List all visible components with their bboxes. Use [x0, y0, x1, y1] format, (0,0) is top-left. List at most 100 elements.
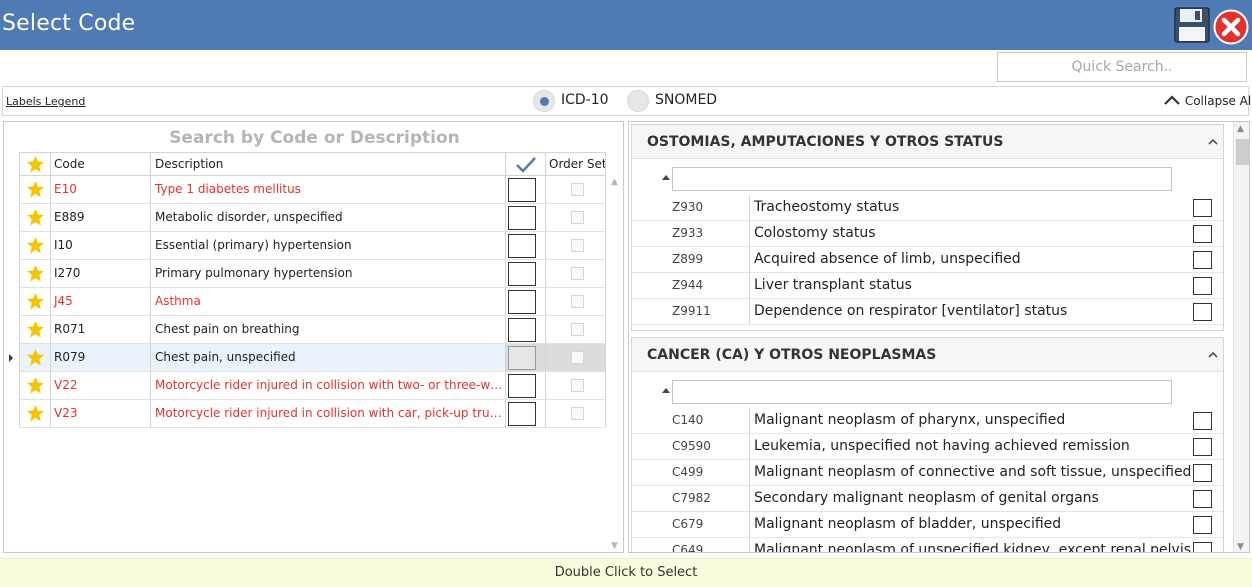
scroll-down-icon[interactable]: ▼	[611, 541, 621, 551]
group-filter-input[interactable]	[672, 167, 1172, 191]
item-checkbox[interactable]	[1193, 412, 1212, 430]
row-select-checkbox[interactable]	[508, 402, 536, 426]
list-item[interactable]: C649 Malignant neoplasm of unspecified ki…	[632, 538, 1223, 552]
options-bar: Labels Legend ICD-10 SNOMED Collapse All	[2, 86, 1252, 116]
table-row[interactable]: V22 Motorcycle rider injured in collision…	[19, 372, 606, 400]
order-set-checkbox[interactable]	[571, 407, 584, 420]
group-header[interactable]: CANCER (CA) Y OTROS NEOPLASMAS	[632, 338, 1223, 372]
row-select-checkbox[interactable]	[508, 290, 536, 314]
collapse-all-button[interactable]: Collapse All	[1163, 94, 1252, 108]
item-checkbox[interactable]	[1193, 464, 1212, 482]
table-row[interactable]: R071 Chest pain on breathing	[19, 316, 606, 344]
scroll-up-icon[interactable]: ▲	[611, 177, 621, 187]
item-code: C7982	[672, 486, 750, 511]
item-checkbox[interactable]	[1193, 199, 1212, 217]
favorite-star[interactable]	[19, 232, 50, 259]
row-description: Motorcycle rider injured in collision wi…	[150, 372, 505, 399]
favorite-star[interactable]	[19, 372, 50, 399]
row-select-checkbox[interactable]	[508, 234, 536, 258]
expand-triangle-icon[interactable]	[662, 388, 670, 393]
favorite-star[interactable]	[19, 288, 50, 315]
item-checkbox[interactable]	[1193, 516, 1212, 534]
table-row[interactable]: E10 Type 1 diabetes mellitus	[19, 176, 606, 204]
chevron-up-icon[interactable]	[1208, 351, 1218, 358]
order-set-checkbox[interactable]	[571, 295, 584, 308]
footer-hint: Double Click to Select	[554, 565, 698, 580]
star-icon	[26, 264, 45, 282]
row-select-cell	[505, 400, 545, 427]
item-code: C140	[672, 408, 750, 433]
order-set-checkbox[interactable]	[571, 379, 584, 392]
item-checkbox[interactable]	[1193, 303, 1212, 321]
row-order-set-cell	[545, 372, 606, 399]
scroll-up-icon[interactable]: ▲	[1237, 124, 1247, 134]
header-order-set[interactable]: Order Set	[545, 153, 606, 175]
right-scrollbar[interactable]: ▲ ▼	[1233, 122, 1249, 552]
scroll-thumb[interactable]	[1236, 139, 1249, 165]
item-checkbox[interactable]	[1193, 542, 1212, 552]
row-description: Motorcycle rider injured in collision wi…	[150, 400, 505, 427]
list-item[interactable]: Z944 Liver transplant status	[632, 273, 1223, 299]
star-icon	[26, 155, 45, 173]
header-code[interactable]: Code	[50, 153, 150, 175]
chevron-up-icon[interactable]	[1208, 138, 1218, 145]
item-checkbox[interactable]	[1193, 251, 1212, 269]
list-item[interactable]: Z930 Tracheostomy status	[632, 195, 1223, 221]
favorite-star[interactable]	[19, 344, 50, 371]
item-checkbox[interactable]	[1193, 490, 1212, 508]
order-set-checkbox[interactable]	[571, 211, 584, 224]
table-row[interactable]: V23 Motorcycle rider injured in collision…	[19, 400, 606, 428]
row-select-checkbox[interactable]	[508, 262, 536, 286]
group-filter-input[interactable]	[672, 380, 1172, 404]
expand-triangle-icon[interactable]	[662, 175, 670, 180]
row-select-checkbox[interactable]	[508, 374, 536, 398]
list-item[interactable]: Z933 Colostomy status	[632, 221, 1223, 247]
order-set-checkbox[interactable]	[571, 183, 584, 196]
list-item[interactable]: Z9911 Dependence on respirator [ventilato…	[632, 299, 1223, 325]
group-title: OSTOMIAS, AMPUTACIONES Y OTROS STATUS	[647, 134, 1004, 150]
order-set-checkbox[interactable]	[571, 267, 584, 280]
table-row[interactable]: I270 Primary pulmonary hypertension	[19, 260, 606, 288]
scroll-down-icon[interactable]: ▼	[1237, 542, 1247, 552]
row-select-checkbox[interactable]	[508, 318, 536, 342]
row-select-cell	[505, 316, 545, 343]
list-item[interactable]: C140 Malignant neoplasm of pharynx, unspe…	[632, 408, 1223, 434]
row-select-cell	[505, 232, 545, 259]
table-row[interactable]: E889 Metabolic disorder, unspecified	[19, 204, 606, 232]
list-item[interactable]: C679 Malignant neoplasm of bladder, unspe…	[632, 512, 1223, 538]
item-checkbox[interactable]	[1193, 438, 1212, 456]
row-select-checkbox[interactable]	[508, 206, 536, 230]
order-set-checkbox[interactable]	[571, 351, 584, 364]
favorite-star[interactable]	[19, 204, 50, 231]
order-set-checkbox[interactable]	[571, 239, 584, 252]
group-header[interactable]: OSTOMIAS, AMPUTACIONES Y OTROS STATUS	[632, 125, 1223, 159]
quick-search-input[interactable]	[997, 52, 1247, 82]
item-code: Z944	[672, 273, 750, 298]
header-favorite[interactable]	[19, 153, 50, 175]
header-description[interactable]: Description	[150, 153, 505, 175]
table-row[interactable]: I10 Essential (primary) hypertension	[19, 232, 606, 260]
item-checkbox[interactable]	[1193, 277, 1212, 295]
labels-legend-link[interactable]: Labels Legend	[6, 95, 85, 108]
list-item[interactable]: Z899 Acquired absence of limb, unspecifie…	[632, 247, 1223, 273]
row-select-checkbox[interactable]	[508, 178, 536, 202]
header-select[interactable]	[505, 153, 545, 175]
list-item[interactable]: C7982 Secondary malignant neoplasm of gen…	[632, 486, 1223, 512]
left-scrollbar[interactable]: ▲ ▼	[609, 177, 623, 552]
item-checkbox[interactable]	[1193, 225, 1212, 243]
save-button[interactable]	[1174, 7, 1210, 43]
list-item[interactable]: C499 Malignant neoplasm of connective and…	[632, 460, 1223, 486]
favorite-star[interactable]	[19, 260, 50, 287]
table-row[interactable]: J45 Asthma	[19, 288, 606, 316]
favorite-star[interactable]	[19, 316, 50, 343]
row-select-checkbox[interactable]	[508, 346, 536, 370]
close-button[interactable]	[1213, 9, 1249, 45]
order-set-checkbox[interactable]	[571, 323, 584, 336]
favorite-star[interactable]	[19, 400, 50, 427]
table-row[interactable]: R079 Chest pain, unspecified	[9, 344, 606, 372]
radio-icd10-label: ICD-10	[561, 92, 609, 108]
list-item[interactable]: C9590 Leukemia, unspecified not having ac…	[632, 434, 1223, 460]
favorite-star[interactable]	[19, 176, 50, 203]
item-description: Liver transplant status	[754, 277, 912, 293]
favorites-panel: OSTOMIAS, AMPUTACIONES Y OTROS STATUS Z93…	[628, 121, 1250, 553]
